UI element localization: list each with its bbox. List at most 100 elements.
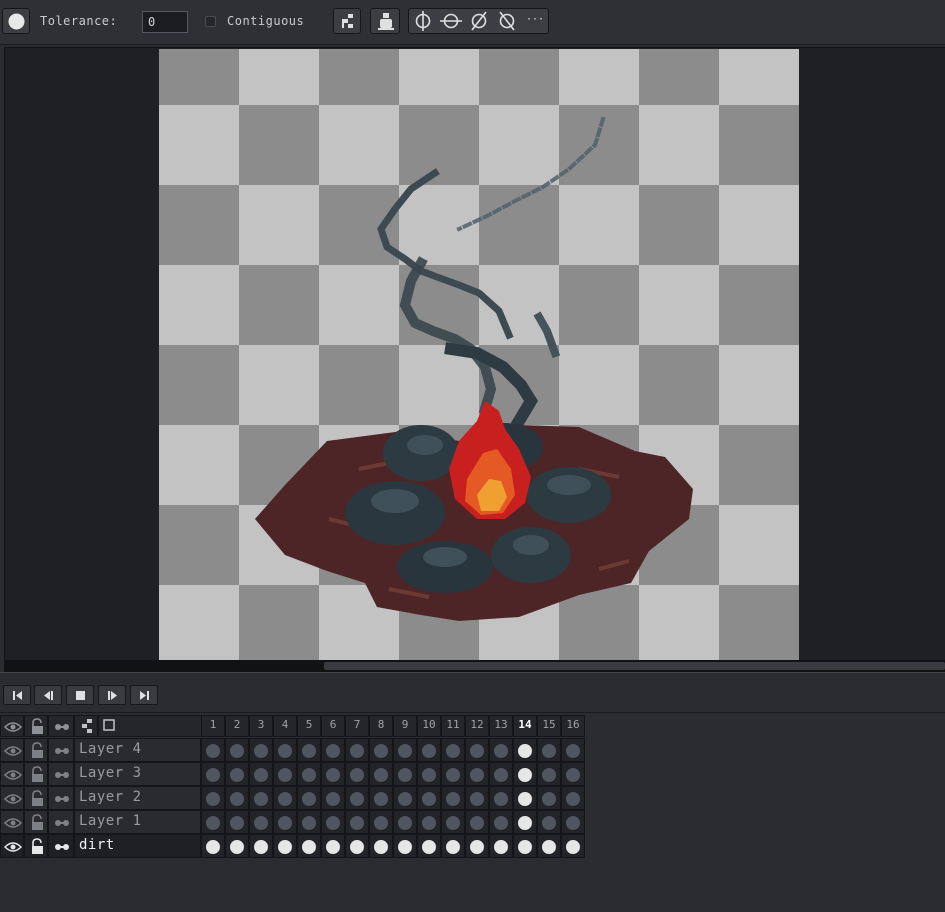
cel-cell[interactable] xyxy=(297,834,321,858)
cel-cell[interactable] xyxy=(297,738,321,762)
layer-lock-toggle[interactable] xyxy=(24,738,48,762)
cel-cell[interactable] xyxy=(537,786,561,810)
cel-cell[interactable] xyxy=(249,786,273,810)
layer-visibility-toggle[interactable] xyxy=(0,762,24,786)
pixel-perfect-button[interactable] xyxy=(333,8,361,34)
cel-cell[interactable] xyxy=(513,810,537,834)
cel-cell[interactable] xyxy=(441,834,465,858)
cel-cell[interactable] xyxy=(369,738,393,762)
cel-cell[interactable] xyxy=(249,834,273,858)
diagonal-symmetry-button[interactable] xyxy=(465,9,493,33)
first-frame-button[interactable] xyxy=(3,685,31,705)
cel-cell[interactable] xyxy=(321,762,345,786)
vertical-symmetry-button[interactable] xyxy=(409,9,437,33)
layer-continuous-toggle[interactable] xyxy=(48,786,74,810)
layer-continuous-toggle[interactable] xyxy=(48,738,74,762)
layer-lock-toggle[interactable] xyxy=(24,786,48,810)
cel-cell[interactable] xyxy=(489,834,513,858)
cel-cell[interactable] xyxy=(369,786,393,810)
contiguous-checkbox[interactable] xyxy=(205,16,216,27)
cel-cell[interactable] xyxy=(393,738,417,762)
layer-continuous-toggle[interactable] xyxy=(48,810,74,834)
layer-visibility-toggle[interactable] xyxy=(0,810,24,834)
cel-cell[interactable] xyxy=(537,834,561,858)
cel-cell[interactable] xyxy=(225,786,249,810)
cel-cell[interactable] xyxy=(201,786,225,810)
cel-cell[interactable] xyxy=(273,810,297,834)
cel-cell[interactable] xyxy=(321,834,345,858)
layer-lock-toggle[interactable] xyxy=(24,834,48,858)
layer-lock-toggle[interactable] xyxy=(24,810,48,834)
ink-button[interactable] xyxy=(370,8,400,34)
cel-cell[interactable] xyxy=(345,834,369,858)
layer-row[interactable]: Layer 3 xyxy=(0,762,585,786)
cel-cell[interactable] xyxy=(273,834,297,858)
cel-cell[interactable] xyxy=(537,810,561,834)
layer-visibility-toggle[interactable] xyxy=(0,738,24,762)
cel-cell[interactable] xyxy=(489,762,513,786)
header-continuous[interactable] xyxy=(48,715,74,737)
cel-cell[interactable] xyxy=(561,834,585,858)
cel-cell[interactable] xyxy=(513,834,537,858)
cel-cell[interactable] xyxy=(273,762,297,786)
cel-cell[interactable] xyxy=(465,834,489,858)
cel-cell[interactable] xyxy=(537,738,561,762)
cel-cell[interactable] xyxy=(489,786,513,810)
cel-cell[interactable] xyxy=(345,738,369,762)
layer-name-cell[interactable]: Layer 3 xyxy=(74,762,201,786)
horizontal-symmetry-button[interactable] xyxy=(437,9,465,33)
header-visibility[interactable] xyxy=(0,715,24,737)
cel-cell[interactable] xyxy=(441,738,465,762)
cel-cell[interactable] xyxy=(561,810,585,834)
layer-continuous-toggle[interactable] xyxy=(48,834,74,858)
more-options-button[interactable]: ··· xyxy=(521,9,549,33)
next-frame-button[interactable] xyxy=(98,685,126,705)
layer-lock-toggle[interactable] xyxy=(24,762,48,786)
brush-shape-button[interactable] xyxy=(2,8,30,34)
last-frame-button[interactable] xyxy=(130,685,158,705)
cel-cell[interactable] xyxy=(273,738,297,762)
cel-cell[interactable] xyxy=(561,762,585,786)
cel-cell[interactable] xyxy=(513,786,537,810)
layer-row[interactable]: Layer 4 xyxy=(0,738,585,762)
cel-cell[interactable] xyxy=(369,834,393,858)
layer-row[interactable]: dirt xyxy=(0,834,585,858)
cel-cell[interactable] xyxy=(465,738,489,762)
previous-frame-button[interactable] xyxy=(34,685,62,705)
cel-cell[interactable] xyxy=(345,786,369,810)
panel-divider[interactable] xyxy=(0,672,945,677)
cel-cell[interactable] xyxy=(393,810,417,834)
cel-cell[interactable] xyxy=(513,762,537,786)
cel-cell[interactable] xyxy=(225,738,249,762)
layer-name-cell[interactable]: Layer 2 xyxy=(74,786,201,810)
layer-name-cell[interactable]: Layer 1 xyxy=(74,810,201,834)
cel-cell[interactable] xyxy=(369,762,393,786)
cel-cell[interactable] xyxy=(249,738,273,762)
cel-cell[interactable] xyxy=(249,762,273,786)
cel-cell[interactable] xyxy=(201,810,225,834)
cel-cell[interactable] xyxy=(273,786,297,810)
layer-continuous-toggle[interactable] xyxy=(48,762,74,786)
cel-cell[interactable] xyxy=(321,738,345,762)
stop-button[interactable] xyxy=(66,685,94,705)
layer-row[interactable]: Layer 1 xyxy=(0,810,585,834)
cel-cell[interactable] xyxy=(489,810,513,834)
cel-cell[interactable] xyxy=(201,834,225,858)
cel-cell[interactable] xyxy=(417,834,441,858)
layer-name-cell[interactable]: Layer 4 xyxy=(74,738,201,762)
cel-cell[interactable] xyxy=(225,810,249,834)
cel-cell[interactable] xyxy=(465,762,489,786)
cel-cell[interactable] xyxy=(417,738,441,762)
layer-visibility-toggle[interactable] xyxy=(0,834,24,858)
cel-cell[interactable] xyxy=(441,762,465,786)
cel-cell[interactable] xyxy=(297,810,321,834)
cel-cell[interactable] xyxy=(297,762,321,786)
antidiagonal-symmetry-button[interactable] xyxy=(493,9,521,33)
cel-cell[interactable] xyxy=(441,786,465,810)
cel-cell[interactable] xyxy=(561,738,585,762)
cel-cell[interactable] xyxy=(201,738,225,762)
layer-name-cell[interactable]: dirt xyxy=(74,834,201,858)
layer-visibility-toggle[interactable] xyxy=(0,786,24,810)
cel-cell[interactable] xyxy=(249,810,273,834)
cel-cell[interactable] xyxy=(393,834,417,858)
